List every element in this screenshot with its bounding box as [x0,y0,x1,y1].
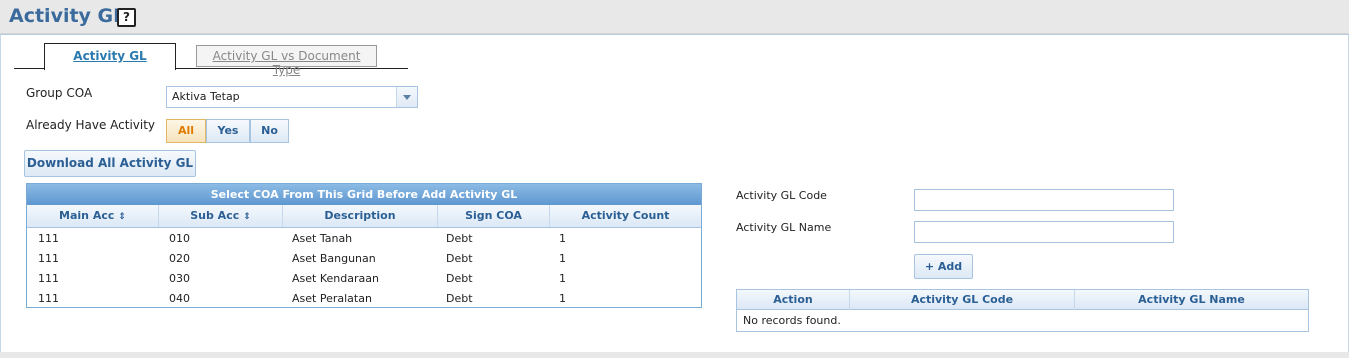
table-cell: 040 [169,292,190,305]
table-row[interactable]: 111 020 Aset Bangunan Debt 1 [27,249,701,269]
column-header-main-acc[interactable]: Main Acc ⇕ [27,205,159,227]
filter-yes-button[interactable]: Yes [206,119,250,143]
table-cell: Aset Bangunan [292,252,376,265]
activity-gl-name-label: Activity GL Name [736,221,832,234]
activity-gl-code-input[interactable] [914,189,1174,211]
help-icon[interactable]: ? [117,8,136,27]
group-coa-select[interactable]: Aktiva Tetap [166,86,418,108]
table-cell: 1 [559,232,566,245]
activity-gl-name-input[interactable] [914,221,1174,243]
table-row[interactable]: 111 010 Aset Tanah Debt 1 [27,229,701,249]
column-header-action: Action [737,290,850,310]
table-cell: Debt [446,292,473,305]
column-header-activity-gl-name[interactable]: Activity GL Name [1075,290,1308,310]
group-coa-label: Group COA [26,86,93,100]
table-cell: 111 [38,292,59,305]
activity-gl-grid-header: Action Activity GL Code Activity GL Name [737,290,1308,310]
column-header-activity-gl-code[interactable]: Activity GL Code [850,290,1075,310]
group-coa-value: Aktiva Tetap [172,90,240,103]
table-cell: Aset Tanah [292,232,353,245]
sort-icon: ⇕ [118,212,126,222]
add-button-label: Add [937,260,963,273]
activity-gl-grid: Action Activity GL Code Activity GL Name… [736,289,1309,332]
filter-no-button[interactable]: No [250,119,289,143]
chevron-down-icon[interactable] [396,87,417,107]
column-header-sub-acc[interactable]: Sub Acc ⇕ [159,205,283,227]
add-button[interactable]: + Add [914,254,973,279]
sort-icon: ⇕ [243,212,251,222]
activity-gl-code-label: Activity GL Code [736,189,827,202]
empty-message: No records found. [743,314,841,327]
column-label: Main Acc [59,209,115,222]
table-cell: 1 [559,292,566,305]
table-cell: 020 [169,252,190,265]
table-cell: 111 [38,252,59,265]
column-header-activity-count[interactable]: Activity Count [550,205,701,227]
coa-grid-header: Main Acc ⇕ Sub Acc ⇕ Description Sign COA … [27,205,701,228]
table-cell: Aset Peralatan [292,292,372,305]
column-header-description[interactable]: Description [283,205,438,227]
table-cell: 111 [38,272,59,285]
table-cell: 1 [559,272,566,285]
column-label: Sub Acc [190,209,240,222]
table-cell: Aset Kendaraan [292,272,379,285]
already-have-activity-label: Already Have Activity [26,118,156,132]
table-cell: 010 [169,232,190,245]
table-cell: Debt [446,272,473,285]
tab-activity-gl-vs-document-type[interactable]: Activity GL vs Document Type [196,45,377,77]
column-header-sign-coa[interactable]: Sign COA [438,205,550,227]
table-row[interactable]: 111 030 Aset Kendaraan Debt 1 [27,269,701,289]
tab-activity-gl[interactable]: Activity GL [44,43,176,70]
page-header: Activity GL ? [0,0,1349,34]
table-cell: 1 [559,252,566,265]
page-title: Activity GL [9,5,126,27]
table-cell: Debt [446,252,473,265]
table-cell: 111 [38,232,59,245]
tab-label: Activity GL [73,49,147,63]
table-cell: 030 [169,272,190,285]
plus-icon: + [924,260,935,273]
coa-grid-caption: Select COA From This Grid Before Add Act… [27,184,701,205]
bottom-strip [0,352,1349,358]
table-cell: Debt [446,232,473,245]
filter-all-button[interactable]: All [166,119,206,143]
coa-grid: Select COA From This Grid Before Add Act… [26,183,702,308]
download-all-button[interactable]: Download All Activity GL [24,150,196,177]
table-row[interactable]: 111 040 Aset Peralatan Debt 1 [27,289,701,309]
